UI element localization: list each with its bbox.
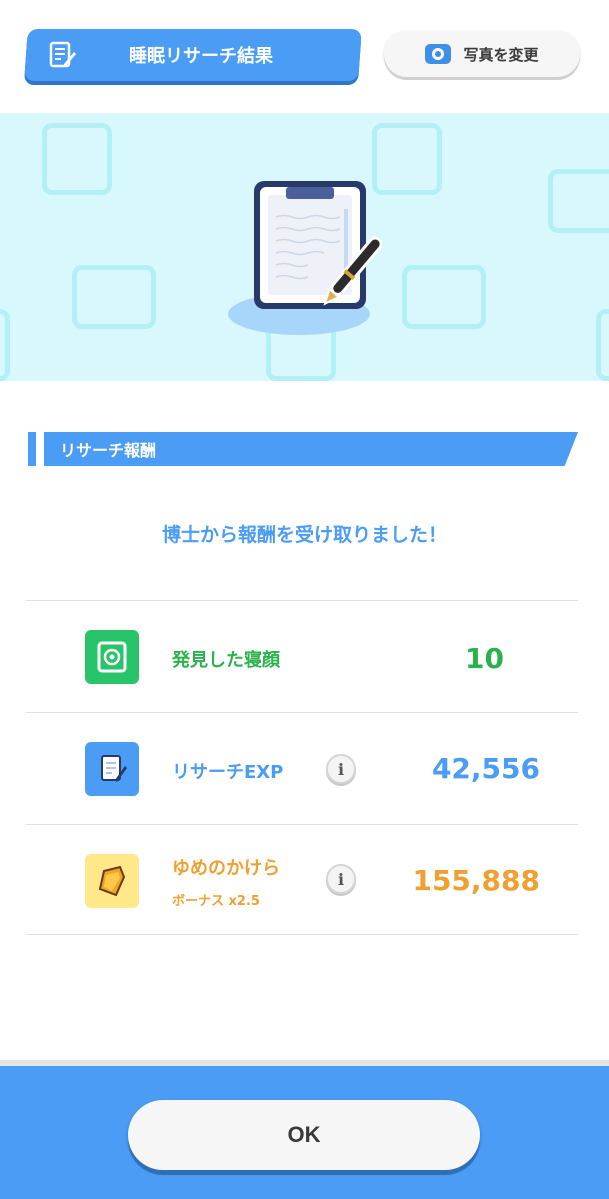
research-exp-info-button[interactable]: i — [326, 754, 356, 784]
background-card-icon — [72, 265, 156, 329]
reward-message: 博士から報酬を受け取りました！ — [161, 524, 447, 546]
section-header: リサーチ報酬 — [44, 432, 578, 466]
bonus-label: ボーナス x2.5 — [172, 894, 260, 909]
ok-button[interactable]: OK — [128, 1100, 480, 1170]
result-banner — [0, 113, 609, 381]
background-floppy-icon — [42, 123, 112, 195]
sleep-style-card-icon — [85, 630, 139, 684]
reward-value: 155,888 — [412, 864, 540, 897]
change-photo-button[interactable]: 写真を変更 — [384, 31, 580, 77]
reward-row-dream-shards: ゆめのかけら ボーナス x2.5 i 155,888 — [26, 824, 578, 936]
background-floppy-icon — [372, 123, 442, 195]
reward-value: 10 — [465, 642, 504, 675]
background-floppy-icon — [0, 309, 10, 381]
background-card-icon — [402, 265, 486, 329]
reward-value: 42,556 — [431, 752, 540, 785]
page-title: 睡眠リサーチ結果 — [129, 46, 273, 67]
reward-label: ゆめのかけら — [172, 858, 280, 879]
dream-shard-icon — [85, 854, 139, 908]
reward-row-research-exp: リサーチEXP i 42,556 — [26, 712, 578, 824]
title-banner-content: 睡眠リサーチ結果 — [30, 29, 360, 81]
camera-icon — [425, 44, 452, 64]
background-floppy-icon — [596, 309, 609, 381]
section-accent-bar — [28, 432, 36, 466]
reward-label: 発見した寝顔 — [172, 650, 280, 671]
background-card-icon — [548, 169, 609, 233]
section-title: リサーチ報酬 — [60, 441, 157, 460]
research-exp-icon — [85, 742, 139, 796]
change-photo-label: 写真を変更 — [463, 45, 539, 64]
reward-row-sleep-styles: 発見した寝顔 10 — [26, 600, 578, 712]
notepad-pencil-icon — [42, 35, 82, 75]
reward-label: リサーチEXP — [172, 762, 284, 783]
dream-shards-info-button[interactable]: i — [326, 864, 356, 894]
clipboard-pen-icon — [254, 181, 382, 309]
header: 睡眠リサーチ結果 写真を変更 — [0, 0, 609, 84]
